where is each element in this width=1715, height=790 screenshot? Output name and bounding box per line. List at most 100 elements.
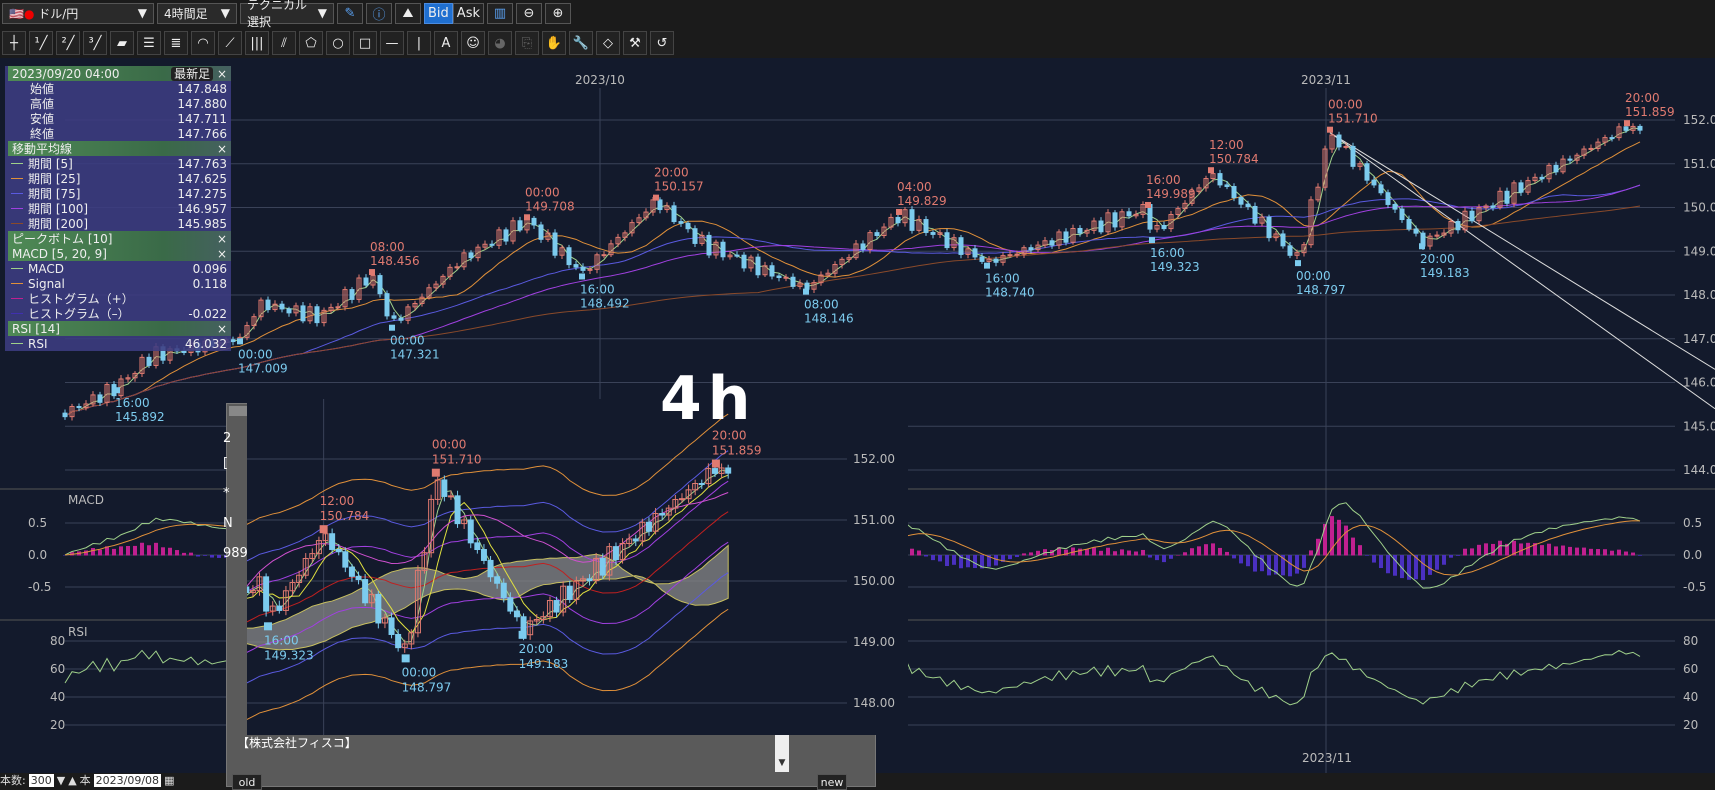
histogram-bar [154, 542, 158, 556]
histogram-bar [1561, 545, 1565, 556]
histogram-bar [910, 548, 914, 556]
peak-value: 151.710 [1328, 112, 1378, 126]
fan-tool[interactable]: ⟋ [218, 31, 242, 55]
close-icon[interactable]: × [217, 247, 227, 261]
bottom-value: 148.146 [804, 312, 854, 326]
icon-tool[interactable]: ☺ [461, 31, 485, 55]
zoom-in-button[interactable]: ⊕ [545, 2, 571, 24]
hline-tool[interactable]: — [380, 31, 404, 55]
new-button[interactable]: new [817, 774, 847, 790]
bottom-time: 00:00 [1296, 269, 1331, 283]
bid-button[interactable]: Bid [424, 2, 453, 24]
histogram-bar [119, 546, 123, 556]
bottom-value: 148.740 [985, 286, 1035, 300]
mountain-chart-button[interactable]: ⛰ [395, 2, 421, 24]
datetime: 2023/09/20 04:00 [12, 66, 120, 81]
chart-width-button[interactable]: ▥ [487, 2, 513, 24]
rsi-tick: 40 [50, 690, 65, 704]
peak-time: 16:00 [1146, 173, 1181, 187]
scrollbar[interactable]: ▼ [775, 734, 789, 772]
legend-swatch [11, 208, 23, 209]
histogram-bar [203, 555, 207, 556]
candle-body [1028, 247, 1034, 251]
candle-body [1539, 176, 1545, 180]
pencil-button[interactable]: ✎ [337, 2, 363, 24]
eraser-tool[interactable]: ◇ [596, 31, 620, 55]
text-tool[interactable]: A [434, 31, 458, 55]
candle-body [447, 495, 454, 498]
rectangle-tool[interactable]: □ [353, 31, 377, 55]
peak-marker [1145, 201, 1151, 208]
candle-body [958, 237, 964, 255]
histogram-bar [196, 555, 200, 557]
row-value: 46.032 [185, 336, 227, 351]
count-input[interactable]: 300 [28, 773, 54, 787]
row-label: MACD [28, 261, 64, 276]
symbol-select[interactable]: 🇺🇸● ドル/円 ▼ [2, 2, 154, 24]
gann-fan-tool[interactable]: ⫽ [272, 31, 296, 55]
pentagon-tool[interactable]: ⬠ [299, 31, 323, 55]
close-icon[interactable]: × [217, 142, 227, 156]
rsi-tick: 40 [1683, 690, 1698, 704]
peak-value: 151.859 [712, 444, 762, 458]
trendline-2-tool[interactable]: ²╱ [56, 31, 80, 55]
start-date-input[interactable]: 2023/09/08 [93, 773, 162, 787]
settings-tool[interactable]: ⚒ [623, 31, 647, 55]
ohlc-row: 安値 147.711 [5, 111, 231, 127]
crosshair-tool[interactable]: ┼ [2, 31, 26, 55]
histogram-bar [1372, 555, 1376, 563]
peak-marker [653, 194, 659, 201]
count-down-button[interactable]: ▼ [57, 774, 65, 787]
candle-body [1245, 203, 1251, 207]
hand-tool[interactable]: ✋ [542, 31, 566, 55]
wrench-tool[interactable]: 🔧 [569, 31, 593, 55]
candle-body [1588, 147, 1594, 150]
close-icon[interactable]: × [217, 232, 227, 246]
circle-tool[interactable]: ○ [326, 31, 350, 55]
macd-tick: 0.0 [1683, 548, 1702, 562]
trendline-1-icon: ¹╱ [34, 35, 48, 51]
latest-bar-button[interactable]: 最新足 [171, 67, 214, 81]
bottom-value: 149.323 [264, 648, 314, 662]
candle-body [286, 308, 292, 314]
candle-body [279, 303, 285, 310]
close-icon[interactable]: × [217, 322, 227, 336]
candle-body [1455, 221, 1461, 231]
count-up-button[interactable]: ▲ [68, 774, 76, 787]
candle-body [538, 224, 544, 240]
close-icon[interactable]: × [217, 67, 227, 81]
row-value: 145.985 [177, 216, 227, 231]
old-button[interactable]: old [232, 774, 262, 790]
candle-body [441, 479, 448, 497]
calendar-icon[interactable]: ▦ [164, 774, 174, 787]
candle-body [895, 216, 901, 224]
ruler-tool[interactable]: ▰ [110, 31, 134, 55]
candle-body [1343, 145, 1349, 148]
macd-row: MACD 0.096 [5, 261, 231, 276]
timeframe-select[interactable]: 4時間足 ▼ [157, 2, 237, 24]
timeframe-label: 4時間足 [164, 6, 208, 21]
reset-tool[interactable]: ↺ [650, 31, 674, 55]
technical-select[interactable]: テクニカル選択 ▼ [240, 0, 334, 29]
arc-tool[interactable]: ◠ [191, 31, 215, 55]
vlines-tool[interactable]: ||| [245, 31, 269, 55]
legend-swatch [11, 343, 23, 344]
copy-tool[interactable]: ⎘ [515, 31, 539, 55]
vline-tool[interactable]: | [407, 31, 431, 55]
dialog-title-bar[interactable] [229, 406, 247, 416]
legend-swatch [11, 313, 23, 314]
trendline-3-tool[interactable]: ³╱ [83, 31, 107, 55]
candle-body [391, 315, 397, 319]
zoom-out-button[interactable]: ⊖ [516, 2, 542, 24]
legend-swatch [11, 223, 23, 224]
fib-lines-tool[interactable]: ≣ [164, 31, 188, 55]
info-button[interactable]: ⓘ [366, 2, 392, 24]
undo-tool[interactable]: ◕ [488, 31, 512, 55]
bottom-marker [1419, 243, 1425, 250]
candle-body [632, 538, 639, 542]
trendline-3-icon: ³╱ [88, 35, 102, 51]
hlines-tool[interactable]: ☰ [137, 31, 161, 55]
ask-button[interactable]: Ask [452, 2, 484, 24]
bottom-time: 20:00 [519, 642, 554, 656]
trendline-1-tool[interactable]: ¹╱ [29, 31, 53, 55]
